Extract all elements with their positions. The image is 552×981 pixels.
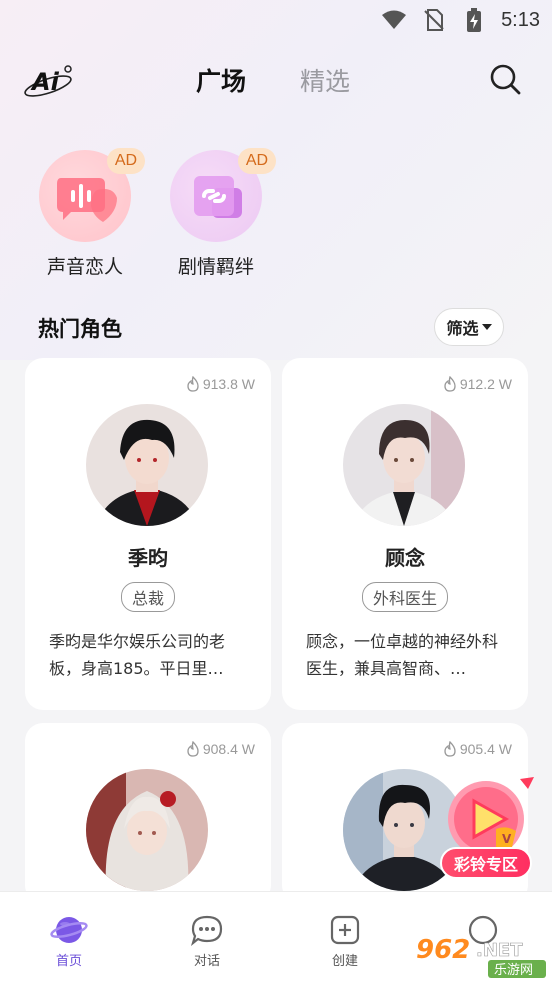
top-header: Ai 广场 精选 bbox=[0, 56, 552, 104]
svg-text:.NET: .NET bbox=[476, 940, 523, 961]
voice-wave-icon: AD bbox=[39, 148, 145, 242]
no-sim-icon bbox=[421, 9, 447, 31]
flame-icon bbox=[187, 741, 199, 757]
top-tabs: 广场 精选 bbox=[196, 62, 350, 98]
heat-count: 908.4 W bbox=[186, 741, 255, 757]
feature-voice-lover[interactable]: AD 声音恋人 bbox=[30, 148, 145, 279]
chat-bubble-icon bbox=[190, 915, 223, 946]
heat-count: 912.2 W bbox=[443, 376, 512, 392]
character-tag: 总裁 bbox=[120, 582, 176, 612]
feature-label: 声音恋人 bbox=[46, 256, 123, 278]
site-watermark: 962 .NET 乐游网 bbox=[410, 932, 550, 980]
ad-badge: AD bbox=[238, 148, 276, 174]
plus-box-icon bbox=[330, 915, 360, 945]
tab-square[interactable]: 广场 bbox=[196, 62, 246, 98]
ad-badge: AD bbox=[107, 148, 145, 174]
character-card[interactable]: 908.4 W bbox=[25, 723, 271, 903]
character-name: 顾念 bbox=[385, 546, 425, 570]
character-avatar bbox=[86, 404, 208, 526]
status-time: 5:13 bbox=[501, 8, 540, 31]
heat-count: 905.4 W bbox=[443, 741, 512, 757]
search-button[interactable] bbox=[488, 62, 522, 96]
wifi-icon bbox=[381, 9, 407, 31]
link-chain-icon: AD bbox=[170, 148, 276, 242]
flame-icon bbox=[187, 376, 199, 392]
status-bar: 5:13 bbox=[0, 0, 552, 40]
flame-icon bbox=[444, 376, 456, 392]
nav-home[interactable]: 首页 bbox=[0, 892, 138, 981]
svg-text:乐游网: 乐游网 bbox=[494, 963, 533, 978]
app-logo: Ai bbox=[22, 60, 78, 100]
svg-text:V: V bbox=[502, 832, 512, 846]
feature-label: 剧情羁绊 bbox=[177, 256, 254, 278]
character-avatar bbox=[86, 769, 208, 891]
filter-button[interactable]: 筛选 bbox=[434, 308, 504, 346]
character-name: 季昀 bbox=[128, 546, 168, 570]
character-description: 季昀是华尔娱乐公司的老板，身高185。平日里… bbox=[49, 632, 226, 678]
logo-text: Ai bbox=[30, 68, 60, 96]
character-description: 顾念，一位卓越的神经外科医生，兼具高智商、… bbox=[306, 632, 499, 678]
dropdown-caret-icon bbox=[481, 324, 492, 330]
filter-label: 筛选 bbox=[446, 319, 479, 338]
ring-zone-label: 彩铃专区 bbox=[440, 847, 532, 879]
svg-text:962: 962 bbox=[416, 935, 470, 965]
ring-zone-button[interactable]: V 彩铃专区 bbox=[436, 775, 540, 885]
nav-create[interactable]: 创建 bbox=[276, 892, 414, 981]
flame-icon bbox=[444, 741, 456, 757]
character-card[interactable]: 913.8 W 季昀 总裁 季昀是华尔娱乐公司的老板，身高185。平日里… bbox=[25, 358, 271, 710]
character-avatar bbox=[343, 404, 465, 526]
search-icon bbox=[490, 64, 521, 95]
feature-story-bond[interactable]: AD 剧情羁绊 bbox=[161, 148, 276, 279]
section-title: 热门角色 bbox=[38, 317, 122, 341]
tab-featured[interactable]: 精选 bbox=[300, 62, 350, 98]
heat-count: 913.8 W bbox=[186, 376, 255, 392]
battery-charging-icon bbox=[461, 8, 487, 32]
character-tag: 外科医生 bbox=[361, 582, 449, 612]
planet-icon bbox=[50, 917, 88, 943]
nav-chat[interactable]: 对话 bbox=[138, 892, 276, 981]
character-card[interactable]: 912.2 W 顾念 外科医生 顾念，一位卓越的神经外科医生，兼具高智商、… bbox=[282, 358, 528, 710]
